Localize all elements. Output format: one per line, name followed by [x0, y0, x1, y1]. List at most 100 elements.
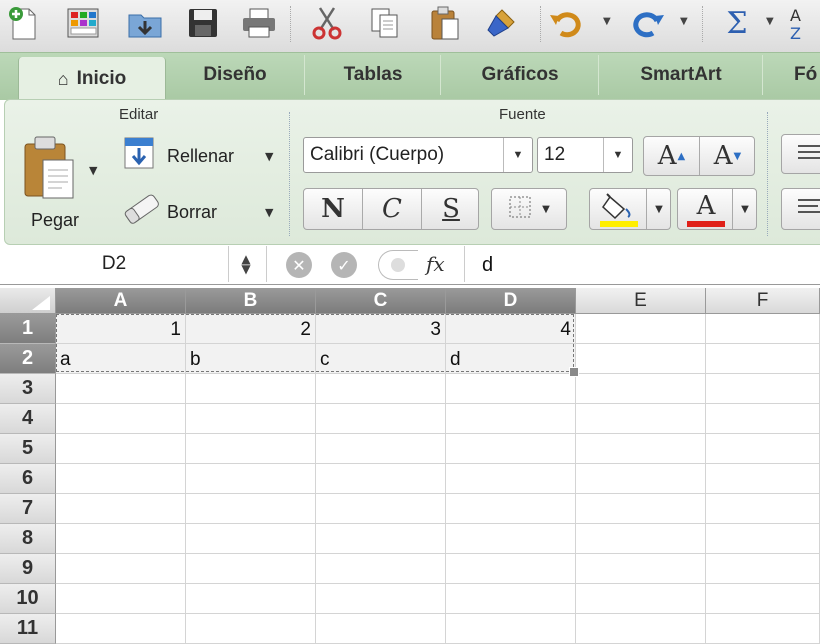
cancel-icon[interactable]: ✕	[286, 252, 312, 278]
name-box-stepper[interactable]: ▲ ▼	[232, 250, 260, 278]
row-header-5[interactable]: 5	[0, 434, 56, 464]
cell-e4[interactable]	[576, 404, 706, 434]
cell-e8[interactable]	[576, 524, 706, 554]
cell-c8[interactable]	[316, 524, 446, 554]
formula-input[interactable]: d	[482, 250, 493, 280]
fill-handle[interactable]	[569, 367, 579, 377]
cell-f11[interactable]	[706, 614, 820, 644]
cell-f6[interactable]	[706, 464, 820, 494]
font-size-combo[interactable]: 12 ▼	[537, 137, 633, 173]
cell-e2[interactable]	[576, 344, 706, 374]
cell-b1[interactable]: 2	[186, 314, 316, 344]
select-all-corner[interactable]	[0, 288, 56, 314]
cell-e5[interactable]	[576, 434, 706, 464]
cell-e9[interactable]	[576, 554, 706, 584]
cell-f4[interactable]	[706, 404, 820, 434]
open-folder-icon[interactable]	[126, 4, 164, 42]
print-icon[interactable]	[240, 4, 278, 42]
cell-c9[interactable]	[316, 554, 446, 584]
new-document-icon[interactable]	[4, 4, 42, 42]
align-top-button[interactable]	[781, 134, 820, 174]
chevron-down-icon[interactable]: ▼	[503, 138, 532, 172]
cell-c1[interactable]: 3	[316, 314, 446, 344]
cell-d6[interactable]	[446, 464, 576, 494]
redo-dropdown-icon[interactable]: ▼	[680, 16, 688, 27]
row-header-6[interactable]: 6	[0, 464, 56, 494]
formula-builder-toggle[interactable]	[378, 250, 418, 280]
copy-icon[interactable]	[366, 4, 404, 42]
cell-b6[interactable]	[186, 464, 316, 494]
cell-a11[interactable]	[56, 614, 186, 644]
autosum-dropdown-icon[interactable]: ▼	[766, 16, 774, 27]
cell-a2[interactable]: a	[56, 344, 186, 374]
cell-b3[interactable]	[186, 374, 316, 404]
row-header-8[interactable]: 8	[0, 524, 56, 554]
paste-dropdown-icon[interactable]: ▼	[89, 164, 97, 177]
paste-button[interactable]	[21, 134, 81, 200]
cut-icon[interactable]	[308, 4, 346, 42]
cell-b2[interactable]: b	[186, 344, 316, 374]
italic-button[interactable]: C	[363, 189, 422, 229]
clear-dropdown-icon[interactable]: ▼	[265, 206, 273, 219]
cell-f9[interactable]	[706, 554, 820, 584]
row-header-1[interactable]: 1	[0, 314, 56, 344]
name-box[interactable]: D2	[0, 246, 229, 282]
fill-label[interactable]: Rellenar	[167, 146, 234, 167]
underline-button[interactable]: S	[422, 189, 480, 229]
tab-diseno[interactable]: Diseño	[166, 55, 305, 95]
cell-a4[interactable]	[56, 404, 186, 434]
cell-b10[interactable]	[186, 584, 316, 614]
eraser-icon[interactable]	[121, 192, 163, 228]
cell-c10[interactable]	[316, 584, 446, 614]
fill-dropdown-icon[interactable]: ▼	[265, 150, 273, 163]
cell-f3[interactable]	[706, 374, 820, 404]
cell-a7[interactable]	[56, 494, 186, 524]
column-header-b[interactable]: B	[186, 288, 316, 314]
cell-d3[interactable]	[446, 374, 576, 404]
cell-d7[interactable]	[446, 494, 576, 524]
tab-inicio[interactable]: ⌂ Inicio	[18, 57, 166, 101]
cell-d9[interactable]	[446, 554, 576, 584]
grow-font-button[interactable]: A ▲	[644, 137, 700, 175]
cell-c6[interactable]	[316, 464, 446, 494]
cell-f2[interactable]	[706, 344, 820, 374]
cell-b4[interactable]	[186, 404, 316, 434]
tab-smartart[interactable]: SmartArt	[600, 55, 763, 95]
cell-d5[interactable]	[446, 434, 576, 464]
cell-d11[interactable]	[446, 614, 576, 644]
cell-c4[interactable]	[316, 404, 446, 434]
cell-b8[interactable]	[186, 524, 316, 554]
column-header-d[interactable]: D	[446, 288, 576, 314]
tab-formulas[interactable]: Fó	[764, 55, 820, 95]
format-painter-icon[interactable]	[482, 4, 520, 42]
cell-f5[interactable]	[706, 434, 820, 464]
undo-dropdown-icon[interactable]: ▼	[603, 16, 611, 27]
tab-graficos[interactable]: Gráficos	[442, 55, 599, 95]
column-header-f[interactable]: F	[706, 288, 820, 314]
row-header-3[interactable]: 3	[0, 374, 56, 404]
cell-a5[interactable]	[56, 434, 186, 464]
column-header-c[interactable]: C	[316, 288, 446, 314]
cell-d2[interactable]: d	[446, 344, 576, 374]
shrink-font-button[interactable]: A ▼	[700, 137, 755, 175]
cell-c11[interactable]	[316, 614, 446, 644]
cell-e3[interactable]	[576, 374, 706, 404]
font-color-button[interactable]: A ▼	[677, 188, 757, 230]
cell-f1[interactable]	[706, 314, 820, 344]
chevron-down-icon[interactable]: ▼	[603, 138, 632, 172]
paste-icon[interactable]	[426, 4, 464, 42]
cell-c3[interactable]	[316, 374, 446, 404]
chevron-down-icon[interactable]: ▼	[732, 189, 757, 229]
save-icon[interactable]	[184, 4, 222, 42]
cell-c7[interactable]	[316, 494, 446, 524]
font-name-combo[interactable]: Calibri (Cuerpo) ▼	[303, 137, 533, 173]
undo-icon[interactable]	[548, 4, 586, 42]
cell-d4[interactable]	[446, 404, 576, 434]
column-header-e[interactable]: E	[576, 288, 706, 314]
cell-a8[interactable]	[56, 524, 186, 554]
cell-a6[interactable]	[56, 464, 186, 494]
cell-d10[interactable]	[446, 584, 576, 614]
cell-a3[interactable]	[56, 374, 186, 404]
bold-button[interactable]: N	[304, 189, 363, 229]
cell-c5[interactable]	[316, 434, 446, 464]
